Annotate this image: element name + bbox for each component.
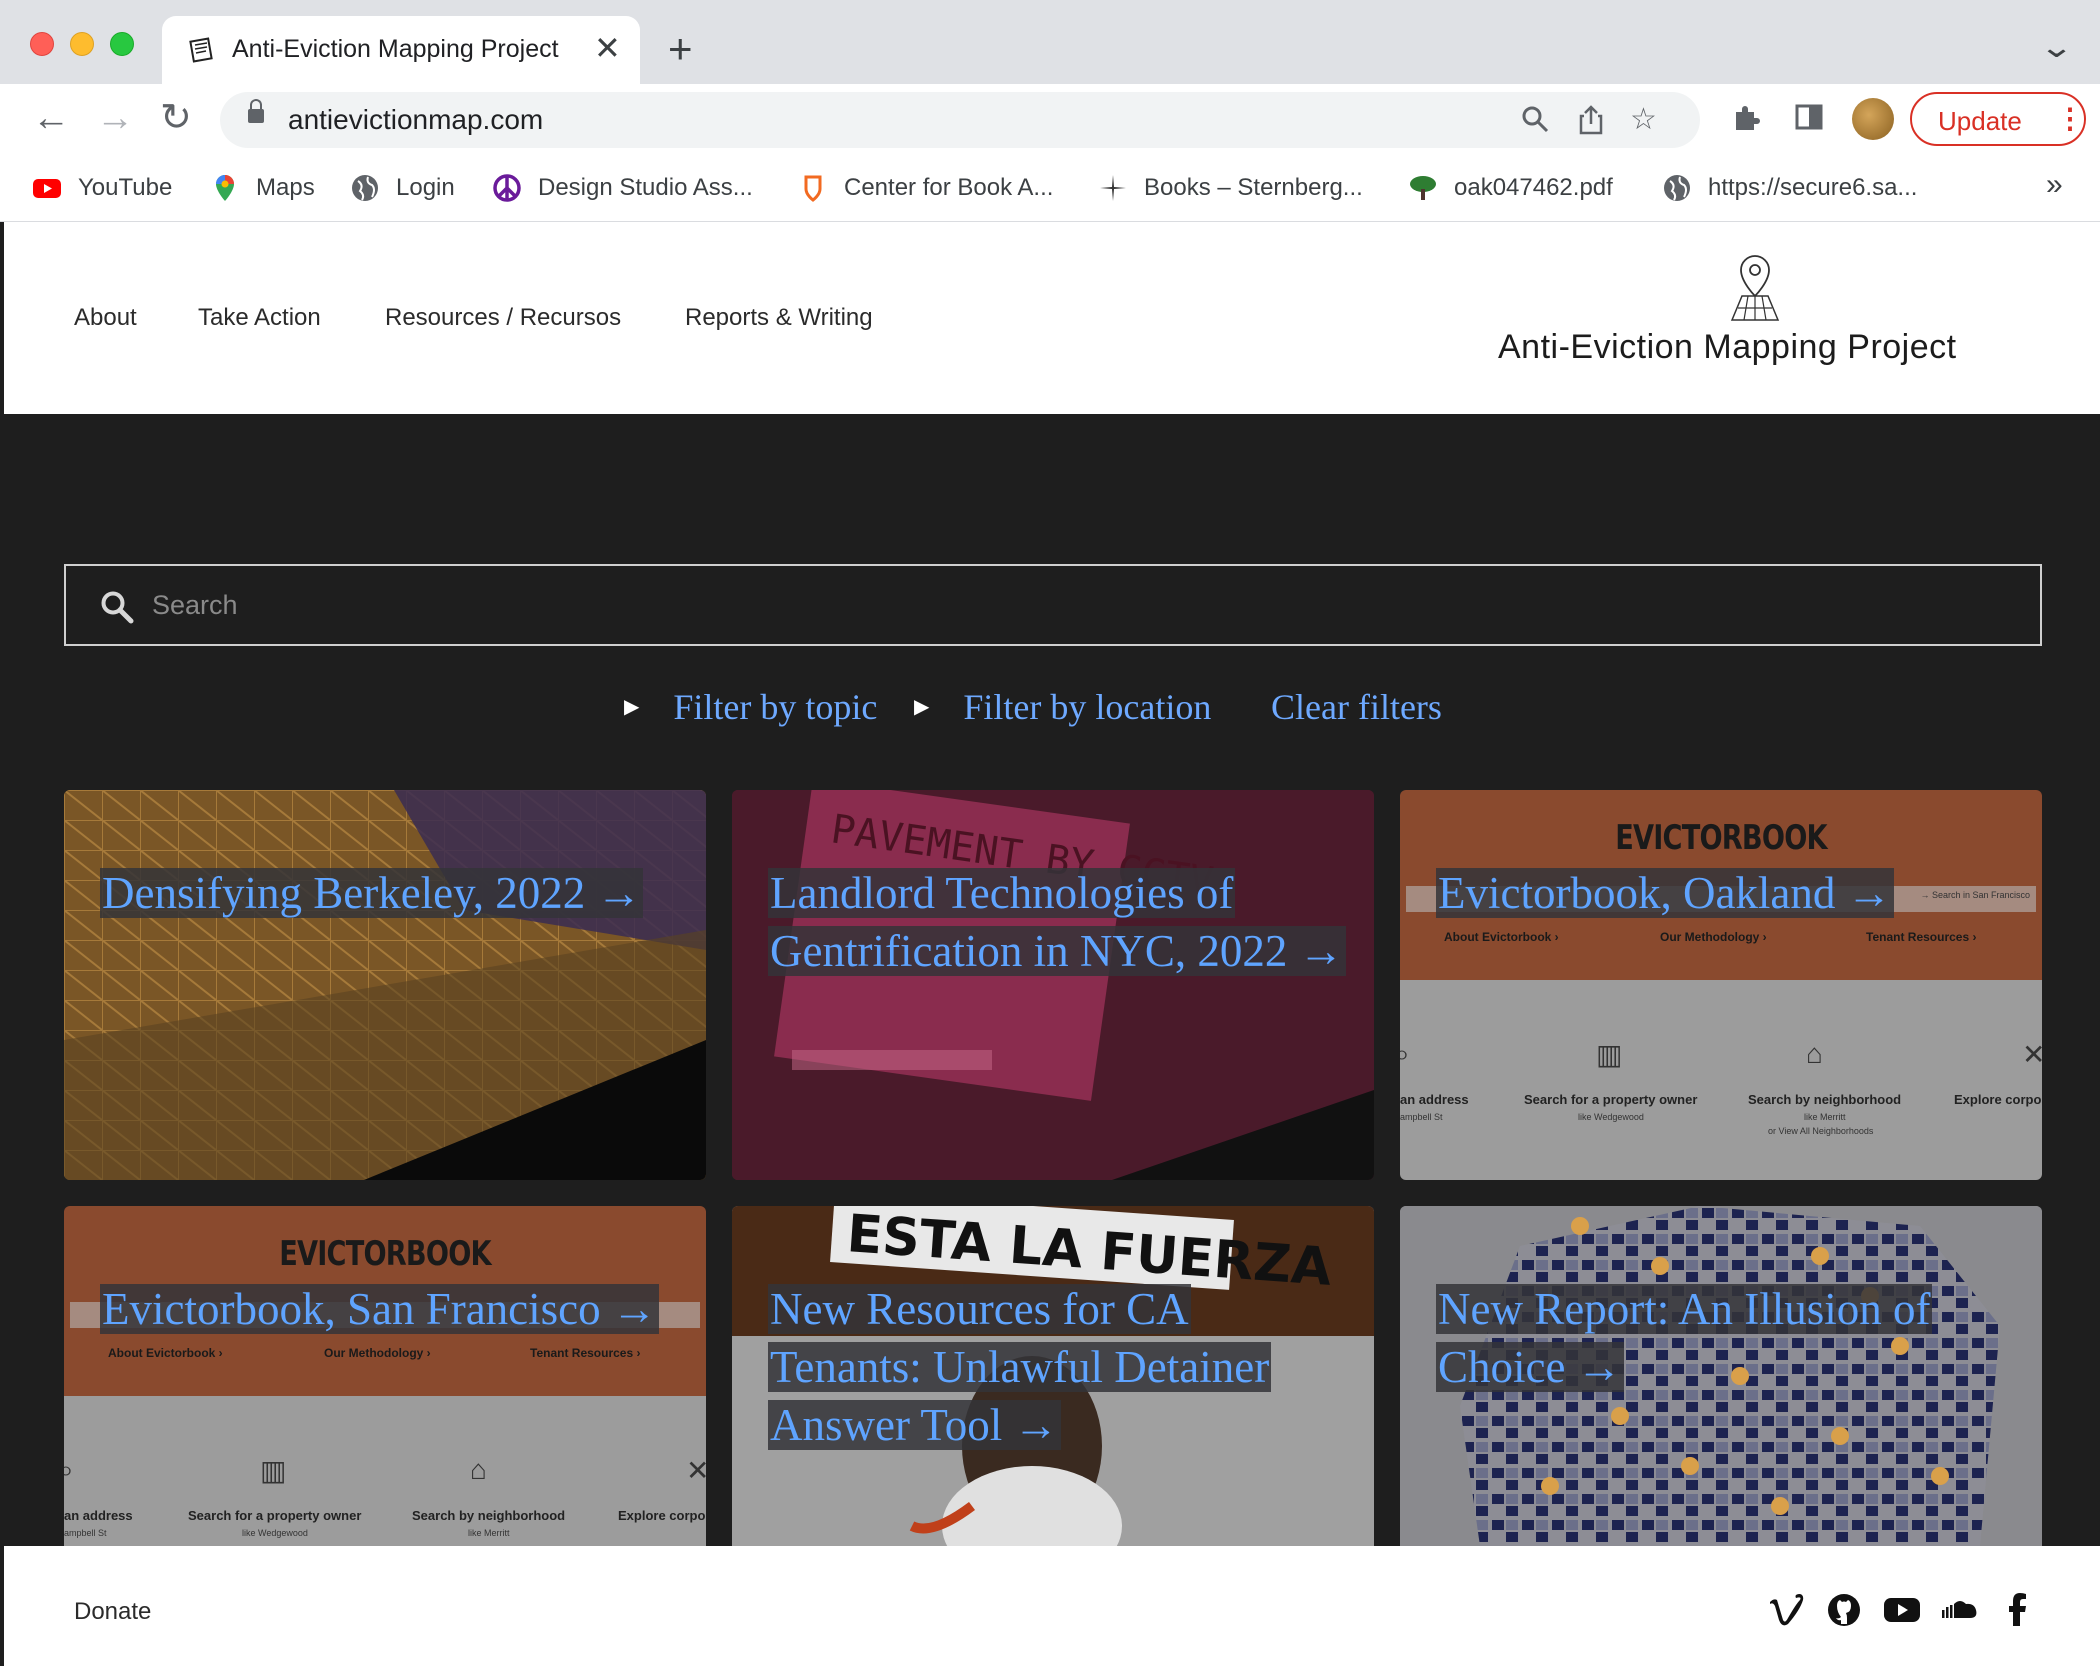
site-logo-text[interactable]: Anti-Eviction Mapping Project (1498, 328, 1957, 367)
card-title[interactable]: Evictorbook, San Francisco → (100, 1280, 680, 1338)
side-panel-icon[interactable] (1794, 102, 1824, 132)
bookmark-youtube[interactable]: YouTube (32, 168, 172, 208)
more-bookmarks-icon[interactable]: » (2046, 168, 2063, 202)
forward-icon[interactable]: → (96, 98, 134, 138)
main-content: ▶Filter by topic ▶Filter by location Cle… (4, 414, 2100, 1546)
site-header: About Take Action Resources / Recursos R… (4, 222, 2100, 414)
search-input[interactable] (152, 584, 2012, 626)
soundcloud-icon[interactable] (1940, 1590, 1980, 1630)
bookmark-design-studio[interactable]: Design Studio Ass... (492, 168, 753, 208)
profile-avatar[interactable] (1852, 98, 1894, 140)
card-landlord-technologies[interactable]: PAVEMENT BY CCTV Landlord Technologies o… (732, 790, 1374, 1180)
filter-by-location[interactable]: ▶ Filter by location (914, 686, 1211, 728)
card-image (64, 790, 706, 1180)
maps-icon (216, 175, 234, 201)
card-illusion-of-choice[interactable]: New Report: An Illusion of Choice → (1400, 1206, 2042, 1546)
url-text[interactable]: antievictionmap.com (288, 104, 543, 136)
card-title[interactable]: New Report: An Illusion of Choice → (1436, 1280, 2016, 1396)
tab-strip: Anti-Eviction Mapping Project ✕ + ⌄ (0, 0, 2100, 84)
youtube-icon (33, 179, 61, 198)
building-icon: ▥ (1596, 1039, 1623, 1070)
card-evictorbook-oakland[interactable]: EVICTORBOOK → Search in San Francisco Ab… (1400, 790, 2042, 1180)
site-footer: Donate (4, 1546, 2100, 1666)
houses-icon: ⌂ (470, 1454, 487, 1485)
search-box[interactable] (64, 564, 2042, 646)
card-evictorbook-sf[interactable]: EVICTORBOOK About Evictorbook › Our Meth… (64, 1206, 706, 1546)
peace-icon (493, 174, 521, 202)
address-bar[interactable]: antievictionmap.com ☆ (220, 92, 1700, 148)
caret-right-icon: ▶ (624, 696, 640, 718)
card-title[interactable]: Evictorbook, Oakland → (1436, 864, 2016, 922)
extensions-icon[interactable] (1730, 102, 1762, 134)
lock-icon (248, 99, 264, 123)
facebook-icon[interactable] (1998, 1590, 2038, 1630)
shield-icon (804, 175, 822, 202)
bookmark-oak-pdf[interactable]: oak047462.pdf (1408, 168, 1613, 208)
search-icon: ⌕ (1400, 1038, 1410, 1069)
building-icon: ▥ (260, 1455, 287, 1486)
card-densifying-berkeley[interactable]: Densifying Berkeley, 2022 → (64, 790, 706, 1180)
nav-take-action[interactable]: Take Action (198, 304, 321, 332)
maximize-window-button[interactable] (110, 32, 134, 56)
network-icon: ✕ (686, 1455, 706, 1486)
bookmark-maps[interactable]: Maps (210, 168, 315, 208)
tab-search-chevron-icon[interactable]: ⌄ (2039, 30, 2074, 66)
network-icon: ✕ (2022, 1039, 2042, 1070)
card-ca-tenants-resources[interactable]: ESTA LA FUERZA New Resources for CA Tena… (732, 1206, 1374, 1546)
tab-title: Anti-Eviction Mapping Project (232, 35, 559, 63)
browser-toolbar: ← → ↻ antievictionmap.com ☆ Update ⋮ (0, 84, 2100, 154)
globe-icon (352, 175, 378, 201)
houses-icon: ⌂ (1806, 1038, 1823, 1069)
bookmark-login[interactable]: Login (350, 168, 455, 208)
card-image: PAVEMENT BY CCTV (732, 790, 1374, 1180)
star-burst-icon (1100, 175, 1126, 201)
youtube-icon[interactable] (1882, 1590, 1922, 1630)
menu-dots-icon: ⋮ (2056, 103, 2084, 134)
nav-about[interactable]: About (74, 304, 137, 332)
vimeo-icon[interactable] (1766, 1590, 1806, 1630)
card-title[interactable]: New Resources for CA Tenants: Unlawful D… (768, 1280, 1348, 1454)
nav-reports-writing[interactable]: Reports & Writing (685, 304, 873, 332)
filter-by-topic[interactable]: ▶ Filter by topic (624, 686, 877, 728)
new-tab-icon[interactable]: + (668, 24, 693, 74)
globe-icon (1664, 175, 1690, 201)
bookmark-books-sternberg[interactable]: Books – Sternberg... (1098, 168, 1363, 208)
map-pin-logo-icon[interactable] (1718, 252, 1792, 324)
back-icon[interactable]: ← (32, 98, 70, 138)
search-icon (101, 591, 134, 624)
github-icon[interactable] (1824, 1590, 1864, 1630)
site-favicon-icon (189, 37, 213, 63)
caret-right-icon: ▶ (914, 696, 930, 718)
nav-resources[interactable]: Resources / Recursos (385, 304, 621, 332)
card-title[interactable]: Landlord Technologies of Gentrification … (768, 864, 1348, 980)
card-title[interactable]: Densifying Berkeley, 2022 → (100, 864, 680, 922)
bookmark-secure6[interactable]: https://secure6.sa... (1662, 168, 1917, 208)
update-button[interactable]: Update ⋮ (1910, 92, 2086, 146)
bookmark-center-for-book[interactable]: Center for Book A... (798, 168, 1053, 208)
clear-filters-link[interactable]: Clear filters (1271, 686, 1442, 728)
reload-icon[interactable]: ↻ (160, 98, 192, 138)
minimize-window-button[interactable] (70, 32, 94, 56)
close-window-button[interactable] (30, 32, 54, 56)
search-page-icon[interactable] (1520, 104, 1550, 134)
active-tab[interactable]: Anti-Eviction Mapping Project ✕ (162, 16, 640, 84)
share-icon[interactable] (1576, 104, 1606, 136)
bookmark-star-icon[interactable]: ☆ (1630, 104, 1657, 136)
donate-link[interactable]: Donate (74, 1598, 151, 1626)
search-icon: ⌕ (64, 1454, 74, 1485)
tab-close-icon[interactable]: ✕ (594, 30, 621, 66)
bookmarks-bar: YouTube Maps Login Design Studio Ass... … (0, 154, 2100, 222)
tree-icon (1410, 176, 1436, 200)
